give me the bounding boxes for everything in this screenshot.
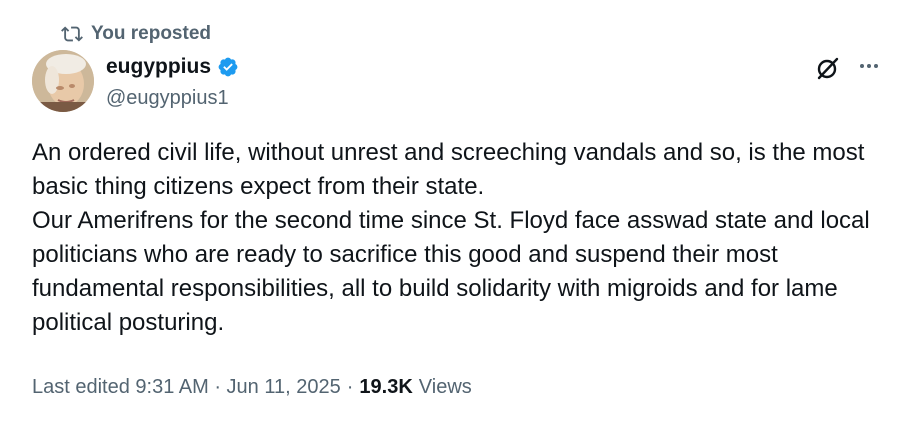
author-name-row[interactable]: eugyppius: [106, 55, 239, 79]
views-label: Views: [418, 376, 472, 398]
avatar-image: [32, 50, 94, 112]
repost-icon: [61, 26, 83, 42]
author-name[interactable]: eugyppius: [106, 55, 211, 79]
verified-badge-icon: [217, 56, 239, 78]
tweet-text: An ordered civil life, without unrest an…: [32, 136, 892, 340]
tweet-paragraph: An ordered civil life, without unrest an…: [32, 139, 865, 200]
meta-separator: ·: [346, 376, 354, 398]
repost-label: You reposted: [91, 23, 211, 44]
repost-indicator[interactable]: You reposted: [61, 22, 211, 46]
more-icon[interactable]: [857, 54, 881, 78]
edited-timestamp[interactable]: Last edited 9:31 AM · Jun 11, 2025: [32, 376, 341, 399]
tweet-meta: Last edited 9:31 AM · Jun 11, 2025 · 19.…: [32, 376, 472, 399]
views-count: 19.3K: [359, 376, 413, 398]
author-handle[interactable]: @eugyppius1: [106, 87, 229, 110]
tweet-paragraph: Our Amerifrens for the second time since…: [32, 207, 870, 336]
avatar[interactable]: [32, 50, 94, 112]
grok-icon[interactable]: [815, 55, 841, 81]
